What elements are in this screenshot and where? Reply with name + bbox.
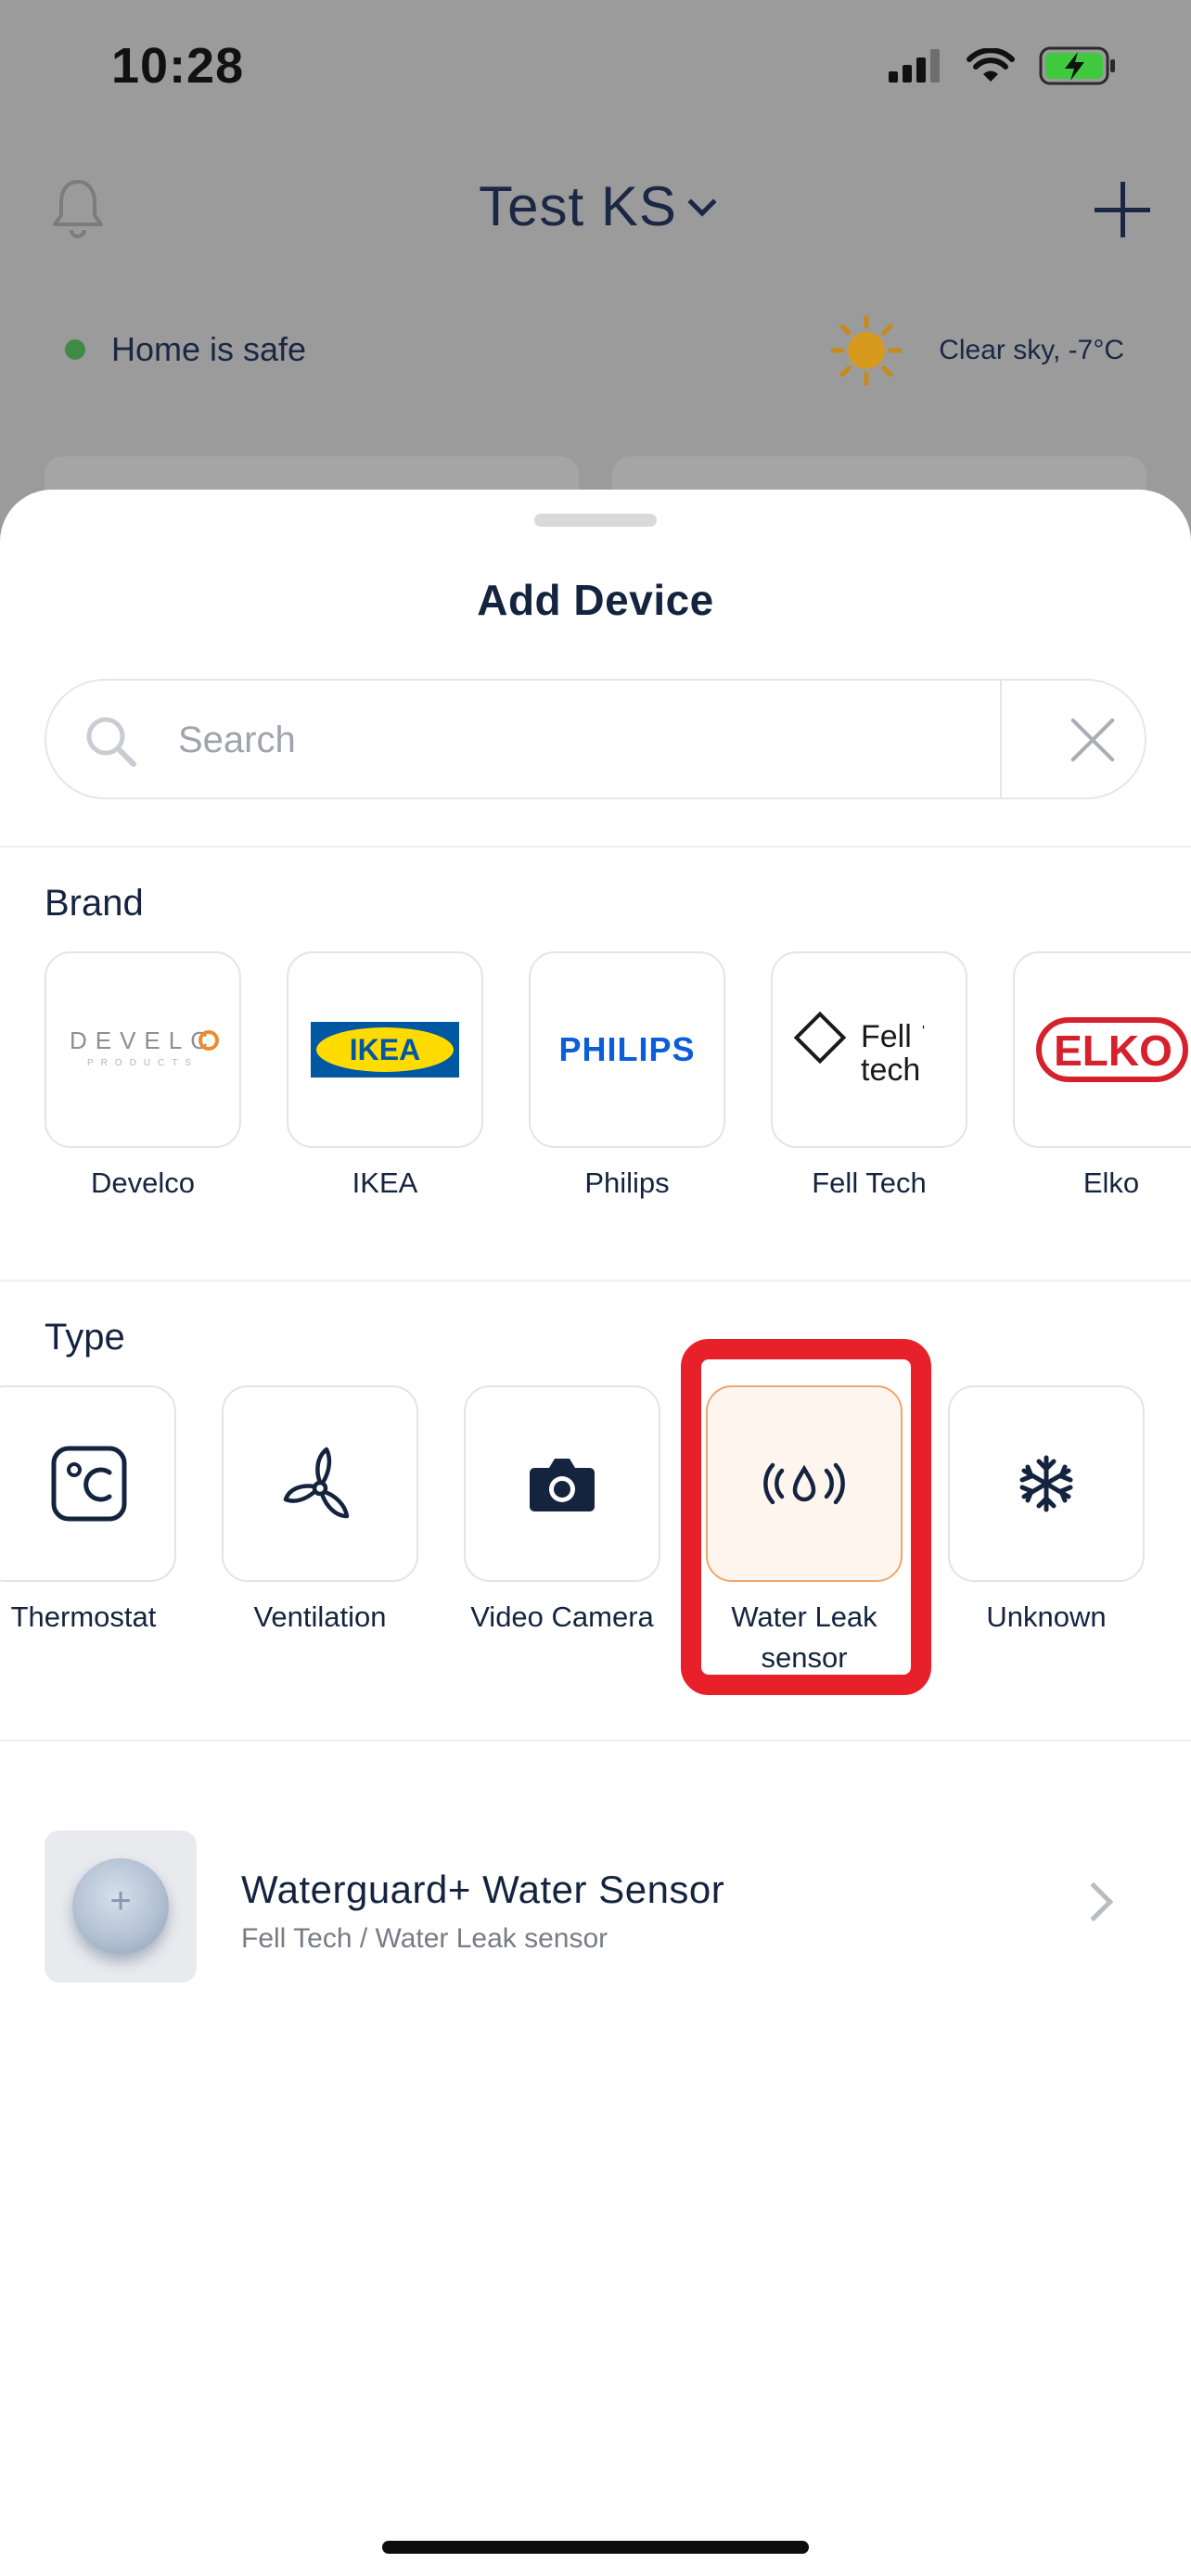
brand-tile-develco[interactable]: DEVELC PRODUCTS [45,951,241,1148]
svg-text:Fell: Fell [861,1019,912,1054]
svg-text:': ' [922,1024,925,1039]
ikea-logo: IKEA [311,1022,459,1078]
svg-text:DEVELC: DEVELC [70,1027,216,1054]
brand-tile-ikea[interactable]: IKEA [287,951,483,1148]
camera-icon [530,1459,595,1511]
brand-label: Develco [91,1167,195,1199]
thermostat-icon [51,1446,127,1522]
close-icon[interactable] [1067,714,1119,766]
svg-text:ELKO: ELKO [1054,1027,1172,1075]
search-input[interactable] [178,703,1013,777]
divider [0,846,1191,848]
svg-text:PHILIPS: PHILIPS [558,1030,695,1068]
weather-text: Clear sky, -7°C [939,335,1124,365]
status-bar: 10:28 [0,0,1191,130]
search-divider [1000,681,1002,797]
chevron-right-icon [1073,1881,1114,1922]
device-thumbnail [45,1830,197,1983]
sun-icon [831,315,903,386]
develco-logo: DEVELC PRODUCTS [70,1027,219,1068]
sheet-grabber[interactable] [534,514,657,527]
brand-label: Elko [1082,1167,1140,1199]
svg-text:PRODUCTS: PRODUCTS [87,1058,198,1068]
type-tile-ventilation[interactable] [222,1385,418,1582]
brand-tile-fell-tech[interactable]: Fell ' tech [771,951,967,1148]
elko-logo: ELKO [1036,1017,1188,1082]
brand-tile-elko[interactable]: ELKO [1013,951,1191,1148]
type-section-label: Type [45,1317,125,1358]
status-dot [65,339,85,360]
safe-status-text: Home is safe [111,330,307,368]
snowflake-icon [1019,1455,1073,1512]
device-name: Waterguard+ Water Sensor [241,1868,725,1911]
status-time: 10:28 [111,38,245,94]
home-safety-status: Home is safe [65,330,306,369]
wifi-icon [967,48,1015,82]
device-result-row[interactable]: Waterguard+ Water Sensor Fell Tech / Wat… [45,1830,1146,1983]
brand-label: Philips [584,1167,670,1199]
type-label: Unknown [986,1600,1107,1633]
brand-tile-philips[interactable]: PHILIPS [529,951,725,1148]
fell-tech-logo: Fell ' tech [793,1011,925,1088]
selection-highlight-box [681,1339,931,1695]
home-indicator [382,2541,809,2554]
divider [0,1740,1191,1741]
philips-logo: PHILIPS [558,1030,695,1068]
fan-icon [283,1447,350,1519]
home-selector[interactable]: Test KS [0,174,1191,238]
type-tile-video-camera[interactable] [464,1385,660,1582]
divider [0,1280,1191,1282]
svg-text:IKEA: IKEA [350,1033,420,1066]
search-icon [86,717,136,767]
status-icons [889,46,1117,85]
type-label: Thermostat [10,1600,157,1633]
device-subtitle: Fell Tech / Water Leak sensor [241,1923,608,1954]
type-label: Ventilation [253,1600,387,1633]
water-sensor-image [72,1858,169,1955]
battery-charging-icon [1039,46,1115,85]
brand-label: Fell Tech [812,1167,927,1199]
type-label: Video Camera [470,1600,654,1633]
type-tile-thermostat[interactable] [0,1385,176,1582]
home-title: Test KS [479,175,677,237]
sheet-title: Add Device [477,576,714,624]
chevron-down-icon [687,187,717,217]
search-bar [45,679,1146,799]
weather-widget: Clear sky, -7°C [831,315,1124,386]
brand-label: IKEA [352,1167,418,1199]
cellular-signal-icon [889,49,940,83]
add-device-sheet: Add Device Brand DEVELC PRODUCTS Develco [0,490,1191,2576]
add-button[interactable] [1095,182,1150,237]
svg-text:tech: tech [861,1052,920,1088]
brand-section-label: Brand [45,883,144,924]
type-tile-unknown[interactable] [948,1385,1145,1582]
